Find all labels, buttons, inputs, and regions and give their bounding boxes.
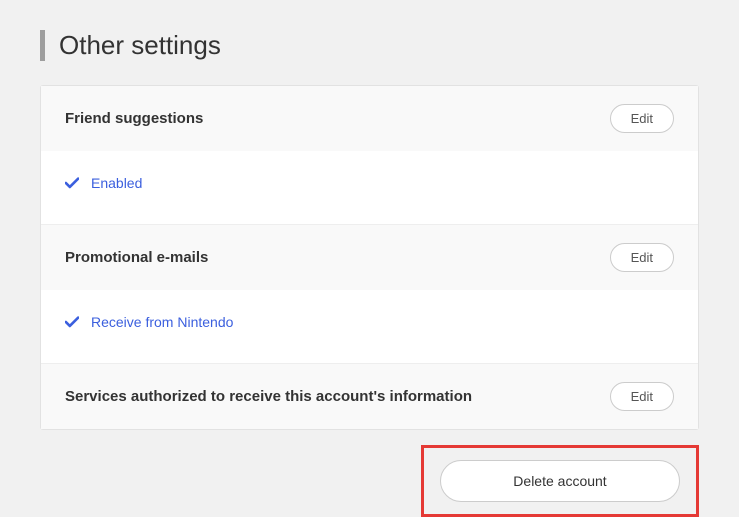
services-section: Services authorized to receive this acco… <box>41 364 698 429</box>
friend-suggestions-status-label: Enabled <box>91 175 142 191</box>
delete-action-row: Delete account <box>40 445 699 517</box>
friend-suggestions-edit-button[interactable]: Edit <box>610 104 674 133</box>
page-title: Other settings <box>40 30 699 61</box>
promo-emails-status-link[interactable]: Receive from Nintendo <box>65 314 233 330</box>
delete-highlight-box: Delete account <box>421 445 699 517</box>
friend-suggestions-status-link[interactable]: Enabled <box>65 175 142 191</box>
promo-emails-status-label: Receive from Nintendo <box>91 314 233 330</box>
promo-emails-section: Promotional e-mails Edit Receive from Ni… <box>41 225 698 364</box>
promo-emails-header: Promotional e-mails Edit <box>41 225 698 290</box>
services-title: Services authorized to receive this acco… <box>65 388 472 405</box>
promo-emails-edit-button[interactable]: Edit <box>610 243 674 272</box>
check-icon <box>65 315 79 329</box>
promo-emails-title: Promotional e-mails <box>65 249 208 266</box>
friend-suggestions-header: Friend suggestions Edit <box>41 86 698 151</box>
services-header: Services authorized to receive this acco… <box>41 364 698 429</box>
friend-suggestions-title: Friend suggestions <box>65 110 203 127</box>
promo-emails-body: Receive from Nintendo <box>41 290 698 363</box>
friend-suggestions-section: Friend suggestions Edit Enabled <box>41 86 698 225</box>
settings-card: Friend suggestions Edit Enabled Promotio… <box>40 85 699 430</box>
services-edit-button[interactable]: Edit <box>610 382 674 411</box>
delete-account-button[interactable]: Delete account <box>440 460 680 502</box>
friend-suggestions-body: Enabled <box>41 151 698 224</box>
check-icon <box>65 176 79 190</box>
settings-container: Other settings Friend suggestions Edit E… <box>0 0 739 517</box>
